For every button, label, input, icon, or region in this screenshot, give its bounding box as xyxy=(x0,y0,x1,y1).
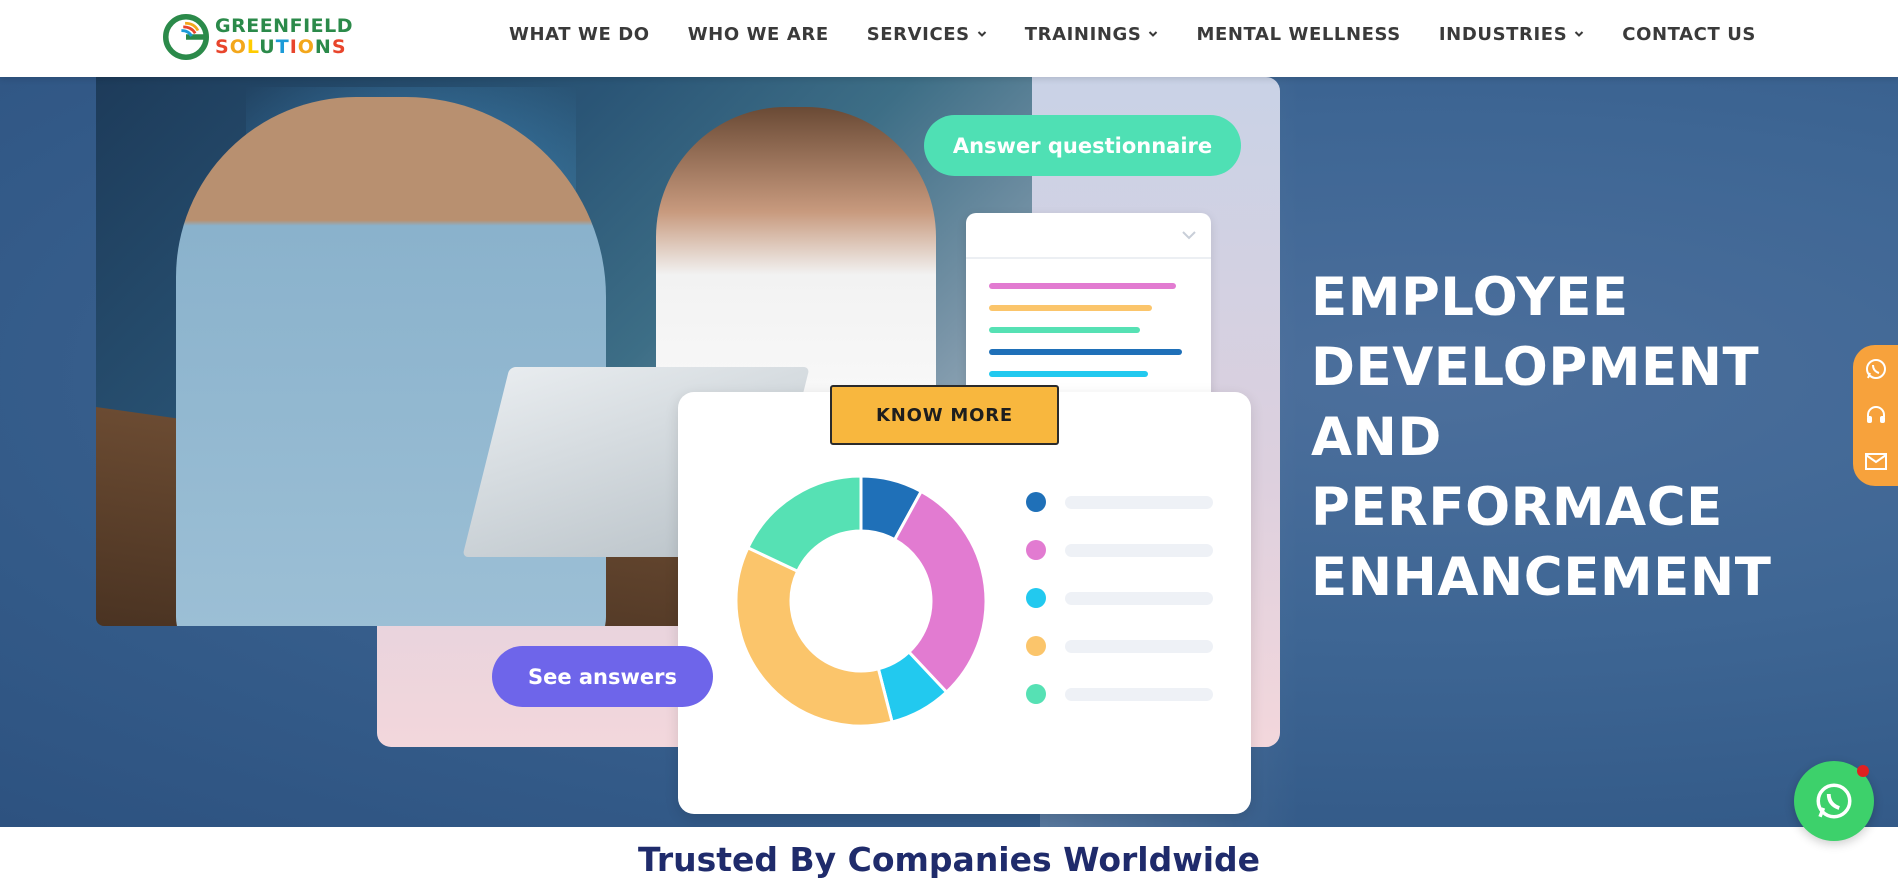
greenfield-logo-mark-icon xyxy=(163,13,209,60)
legend-dot xyxy=(1026,540,1046,560)
headset-icon[interactable] xyxy=(1864,403,1888,427)
answers-chart-card xyxy=(678,392,1251,814)
whatsapp-icon[interactable] xyxy=(1864,357,1888,381)
form-answer-line xyxy=(989,283,1176,289)
brand-letter: U xyxy=(259,36,276,58)
legend-placeholder-bar xyxy=(1065,591,1213,605)
brand-letter: S xyxy=(331,36,347,58)
brand-letter: N xyxy=(314,36,332,58)
nav-item-label: CONTACT US xyxy=(1622,23,1756,45)
nav-item-what-we-do[interactable]: WHAT WE DO xyxy=(509,24,650,45)
headline-line: AND PERFORMACE xyxy=(1311,407,1723,538)
legend-dot xyxy=(1026,636,1046,656)
brand-letter: T xyxy=(275,36,290,58)
headline-line: EMPLOYEE xyxy=(1311,267,1629,328)
form-answer-line xyxy=(989,349,1182,355)
legend-placeholder-bar xyxy=(1065,543,1213,557)
brand-letter: O xyxy=(297,36,315,58)
answer-questionnaire-badge: Answer questionnaire xyxy=(924,115,1241,176)
hero-banner: Answer questionnaire See answers KNOW MO… xyxy=(0,77,1898,827)
main-nav: WHAT WE DO WHO WE ARE SERVICES TRAININGS MEN… xyxy=(471,0,1756,68)
brand-line1: GREENFIELD xyxy=(215,15,353,37)
nav-item-who-we-are[interactable]: WHO WE ARE xyxy=(688,24,829,45)
chevron-down-icon xyxy=(1149,31,1158,37)
nav-item-services[interactable]: SERVICES xyxy=(867,24,987,45)
hero-headline: EMPLOYEE DEVELOPMENT AND PERFORMACE ENHA… xyxy=(1311,263,1871,613)
legend-dot xyxy=(1026,588,1046,608)
legend-placeholder-bar xyxy=(1065,495,1213,509)
brand-letter: I xyxy=(289,36,298,58)
see-answers-badge: See answers xyxy=(492,646,713,707)
legend-placeholder-bar xyxy=(1065,639,1213,653)
donut-segment xyxy=(734,545,894,728)
nav-item-trainings[interactable]: TRAININGS xyxy=(1025,24,1159,45)
legend-row xyxy=(1026,636,1216,656)
brand-letter: O xyxy=(229,36,247,58)
legend-dot xyxy=(1026,684,1046,704)
chevron-down-icon xyxy=(1575,31,1584,37)
whatsapp-chat-button[interactable] xyxy=(1794,761,1874,841)
legend-dot xyxy=(1026,492,1046,512)
brand-line2: SOLUTIONS xyxy=(215,38,353,57)
legend-row xyxy=(1026,588,1216,608)
legend-row xyxy=(1026,684,1216,704)
donut-chart xyxy=(734,474,988,728)
form-select xyxy=(966,213,1211,259)
nav-item-label: INDUSTRIES xyxy=(1438,23,1568,45)
headline-line: ENHANCEMENT xyxy=(1311,547,1772,608)
questionnaire-form-card xyxy=(966,213,1211,409)
legend-row xyxy=(1026,540,1216,560)
mail-icon[interactable] xyxy=(1864,449,1888,473)
brand-wordmark: GREENFIELD SOLUTIONS xyxy=(215,17,353,57)
whatsapp-icon xyxy=(1816,783,1852,819)
side-contact-bar xyxy=(1853,345,1898,486)
form-answer-line xyxy=(989,305,1152,311)
trusted-by-heading: Trusted By Companies Worldwide xyxy=(637,840,1261,879)
site-header: GREENFIELD SOLUTIONS WHAT WE DO WHO WE AR… xyxy=(0,0,1898,77)
know-more-button[interactable]: KNOW MORE xyxy=(830,385,1059,445)
form-answer-line xyxy=(989,327,1140,333)
nav-item-contact-us[interactable]: CONTACT US xyxy=(1622,24,1756,45)
legend-placeholder-bar xyxy=(1065,687,1213,701)
chevron-down-icon xyxy=(1182,231,1196,240)
brand-letter: L xyxy=(246,36,260,58)
legend-row xyxy=(1026,492,1216,512)
brand-logo[interactable]: GREENFIELD SOLUTIONS xyxy=(163,12,353,62)
notification-dot xyxy=(1857,765,1869,777)
nav-item-label: MENTAL WELLNESS xyxy=(1196,23,1401,45)
headline-line: DEVELOPMENT xyxy=(1311,337,1760,398)
nav-item-mental-wellness[interactable]: MENTAL WELLNESS xyxy=(1196,24,1400,45)
donut-segment xyxy=(745,474,863,574)
brand-letter: S xyxy=(215,36,230,58)
chevron-down-icon xyxy=(977,31,986,37)
form-answer-line xyxy=(989,371,1148,377)
nav-item-industries[interactable]: INDUSTRIES xyxy=(1439,24,1584,45)
nav-item-label: TRAININGS xyxy=(1024,23,1142,45)
nav-item-label: WHO WE ARE xyxy=(687,23,829,45)
nav-item-label: WHAT WE DO xyxy=(509,23,650,45)
nav-item-label: SERVICES xyxy=(866,23,970,45)
